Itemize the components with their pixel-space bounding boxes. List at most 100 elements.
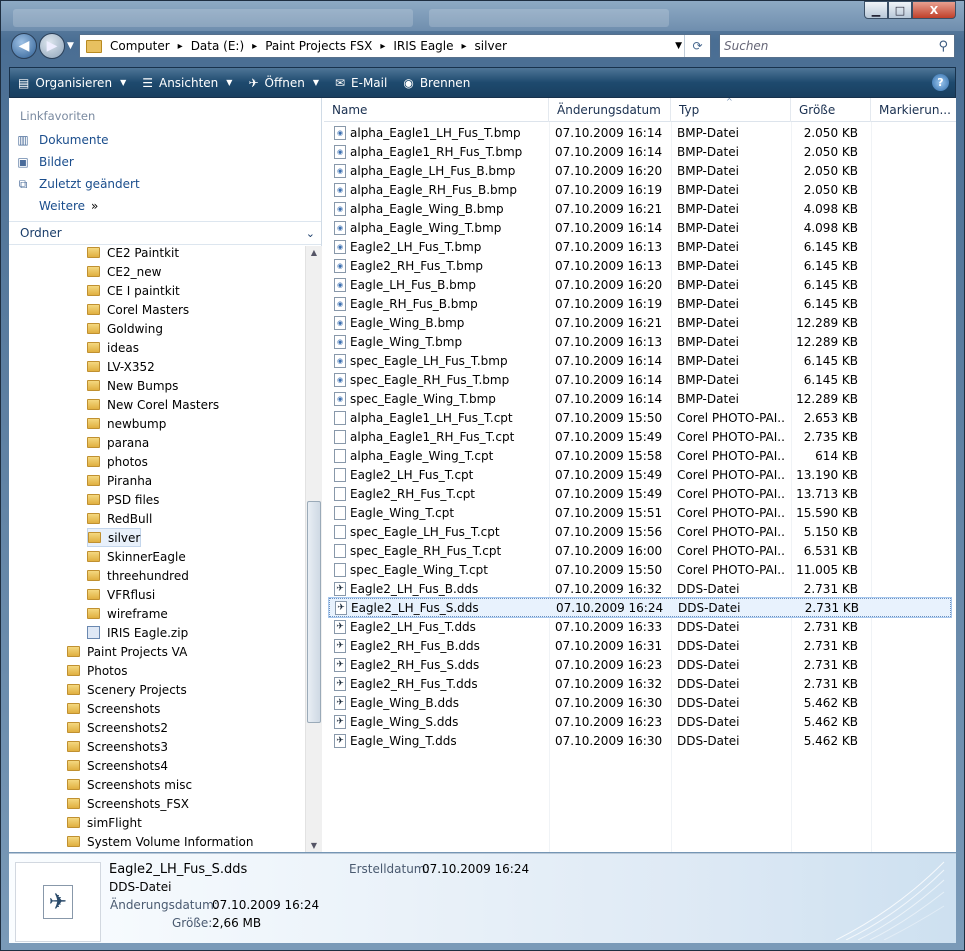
file-row[interactable]: Eagle2_LH_Fus_T.cpt 07.10.2009 15:49 Corel… — [329, 465, 951, 484]
tree-item[interactable]: ideas — [87, 338, 139, 357]
tree-item[interactable]: System Volume Information — [67, 832, 253, 851]
file-row[interactable]: alpha_Eagle_Wing_T.cpt 07.10.2009 15:58 Co… — [329, 446, 951, 465]
link-more[interactable]: Weitere » — [15, 196, 98, 216]
tree-item[interactable]: Corel Masters — [87, 300, 189, 319]
breadcrumb-separator-icon[interactable]: ▸ — [252, 41, 257, 52]
tree-item[interactable]: newbump — [87, 414, 166, 433]
file-row[interactable]: ✈ Eagle2_RH_Fus_B.dds 07.10.2009 16:31 DDS-… — [329, 636, 951, 655]
search-input[interactable]: Suchen ⚲ — [719, 34, 955, 58]
tree-item[interactable]: SkinnerEagle — [87, 547, 186, 566]
tree-item[interactable]: VFRflusi — [87, 585, 155, 604]
close-button[interactable]: X — [912, 1, 956, 19]
search-icon[interactable]: ⚲ — [938, 39, 948, 54]
breadcrumb-separator-icon[interactable]: ▸ — [380, 41, 385, 52]
file-row[interactable]: ◉ spec_Eagle_LH_Fus_T.bmp 07.10.2009 16:14… — [329, 351, 951, 370]
breadcrumb-item[interactable]: Computer — [110, 39, 170, 53]
column-size[interactable]: Größe — [791, 98, 871, 122]
tree-scrollbar[interactable]: ▲ ▼ — [305, 246, 322, 852]
tree-item[interactable]: threehundred — [87, 566, 189, 585]
organize-button[interactable]: ▤ Organisieren ▼ — [10, 68, 134, 97]
tree-item[interactable]: CE I paintkit — [87, 281, 180, 300]
tree-item[interactable]: Screenshots_FSX — [67, 794, 189, 813]
tree-item[interactable]: parana — [87, 433, 149, 452]
tree-item[interactable]: New Corel Masters — [87, 395, 219, 414]
file-row[interactable]: ◉ spec_Eagle_Wing_T.bmp 07.10.2009 16:14 BM… — [329, 389, 951, 408]
file-row[interactable]: Eagle2_RH_Fus_T.cpt 07.10.2009 15:49 Corel… — [329, 484, 951, 503]
tree-item[interactable]: Screenshots4 — [67, 756, 168, 775]
recent-pages-dropdown[interactable]: ▼ — [67, 41, 74, 51]
tree-item[interactable]: Paint Projects VA — [67, 642, 187, 661]
file-row[interactable]: ✈ Eagle_Wing_S.dds 07.10.2009 16:23 DDS-Dat… — [329, 712, 951, 731]
file-row[interactable]: ◉ Eagle2_RH_Fus_T.bmp 07.10.2009 16:13 BMP-… — [329, 256, 951, 275]
breadcrumb-item[interactable]: Data (E:) — [191, 39, 244, 53]
address-bar[interactable]: Computer ▸ Data (E:) ▸ Paint Projects FSX ▸ IR… — [79, 34, 711, 58]
column-name[interactable]: Name — [324, 98, 549, 122]
tree-item[interactable]: Screenshots2 — [67, 718, 168, 737]
folders-header[interactable]: Ordner ⌄ — [9, 221, 321, 245]
file-row[interactable]: Eagle_Wing_T.cpt 07.10.2009 15:51 Corel PH… — [329, 503, 951, 522]
file-row[interactable]: ◉ alpha_Eagle_LH_Fus_B.bmp 07.10.2009 16:2… — [329, 161, 951, 180]
file-row[interactable]: ◉ Eagle_RH_Fus_B.bmp 07.10.2009 16:19 BMP-D… — [329, 294, 951, 313]
tree-item[interactable]: Screenshots — [67, 699, 160, 718]
tree-item[interactable]: Scenery Projects — [67, 680, 187, 699]
file-row[interactable]: ◉ alpha_Eagle1_RH_Fus_T.bmp 07.10.2009 16:… — [329, 142, 951, 161]
tree-item[interactable]: Screenshots3 — [67, 737, 168, 756]
breadcrumb-item[interactable]: Paint Projects FSX — [265, 39, 372, 53]
maximize-button[interactable]: □ — [888, 1, 912, 19]
file-row[interactable]: ◉ alpha_Eagle_Wing_T.bmp 07.10.2009 16:14 B… — [329, 218, 951, 237]
tree-item[interactable]: silver — [87, 528, 142, 547]
file-row[interactable]: ✈ Eagle_Wing_B.dds 07.10.2009 16:30 DDS-Dat… — [329, 693, 951, 712]
scroll-down-icon[interactable]: ▼ — [306, 841, 322, 850]
file-row[interactable]: ◉ Eagle_Wing_B.bmp 07.10.2009 16:21 BMP-Dat… — [329, 313, 951, 332]
tree-item[interactable]: Piranha — [87, 471, 152, 490]
minimize-button[interactable]: ▁ — [864, 1, 888, 19]
scroll-up-icon[interactable]: ▲ — [306, 248, 322, 257]
tree-item[interactable]: CE2 Paintkit — [87, 246, 179, 262]
views-button[interactable]: ☰ Ansichten ▼ — [134, 68, 240, 97]
file-row[interactable]: spec_Eagle_LH_Fus_T.cpt 07.10.2009 15:56 C… — [329, 522, 951, 541]
breadcrumb-separator-icon[interactable]: ▸ — [462, 41, 467, 52]
tree-item[interactable]: CE2_new — [87, 262, 161, 281]
tree-item[interactable]: RedBull — [87, 509, 152, 528]
tree-item[interactable]: Screenshots misc — [67, 775, 192, 794]
back-button[interactable]: ◀ — [11, 33, 37, 59]
tree-item[interactable]: Goldwing — [87, 319, 163, 338]
file-row[interactable]: spec_Eagle_RH_Fus_T.cpt 07.10.2009 16:00 C… — [329, 541, 951, 560]
file-row[interactable]: ◉ alpha_Eagle_RH_Fus_B.bmp 07.10.2009 16:1… — [329, 180, 951, 199]
link-documents[interactable]: ▥ Dokumente — [15, 130, 108, 150]
file-row[interactable]: ✈ Eagle2_LH_Fus_T.dds 07.10.2009 16:33 DDS-… — [329, 617, 951, 636]
file-row[interactable]: ◉ Eagle_LH_Fus_B.bmp 07.10.2009 16:20 BMP-D… — [329, 275, 951, 294]
link-recent[interactable]: ⧉ Zuletzt geändert — [15, 174, 140, 194]
breadcrumb-item[interactable]: silver — [475, 39, 507, 53]
column-date[interactable]: Änderungsdatum — [549, 98, 671, 122]
file-row[interactable]: ✈ Eagle2_RH_Fus_S.dds 07.10.2009 16:23 DDS-… — [329, 655, 951, 674]
refresh-button[interactable]: ⟳ — [684, 35, 710, 57]
tree-item[interactable]: simFlight — [67, 813, 142, 832]
help-icon[interactable]: ? — [932, 74, 949, 91]
file-row[interactable]: alpha_Eagle1_RH_Fus_T.cpt 07.10.2009 15:4… — [329, 427, 951, 446]
breadcrumb-item[interactable]: IRIS Eagle — [393, 39, 453, 53]
file-row[interactable]: spec_Eagle_Wing_T.cpt 07.10.2009 15:50 Cor… — [329, 560, 951, 579]
scroll-thumb[interactable] — [307, 501, 321, 723]
tree-item[interactable]: wireframe — [87, 604, 168, 623]
column-type[interactable]: ^ Typ — [671, 97, 791, 122]
file-row[interactable]: ✈ Eagle2_RH_Fus_T.dds 07.10.2009 16:32 DDS-… — [329, 674, 951, 693]
tree-item[interactable]: IRIS Eagle.zip — [87, 623, 188, 642]
burn-button[interactable]: ◉ Brennen — [395, 68, 478, 97]
email-button[interactable]: ✉ E-Mail — [327, 68, 395, 97]
file-row[interactable]: ◉ alpha_Eagle_Wing_B.bmp 07.10.2009 16:21 B… — [329, 199, 951, 218]
file-row[interactable]: ◉ Eagle2_LH_Fus_T.bmp 07.10.2009 16:13 BMP-… — [329, 237, 951, 256]
open-button[interactable]: ✈ Öffnen ▼ — [240, 68, 327, 97]
breadcrumb-separator-icon[interactable]: ▸ — [178, 41, 183, 52]
file-row[interactable]: ◉ spec_Eagle_RH_Fus_T.bmp 07.10.2009 16:14… — [329, 370, 951, 389]
file-row[interactable]: ◉ alpha_Eagle1_LH_Fus_T.bmp 07.10.2009 16:… — [329, 123, 951, 142]
tree-item[interactable]: PSD files — [87, 490, 159, 509]
link-pictures[interactable]: ▣ Bilder — [15, 152, 74, 172]
file-row[interactable]: alpha_Eagle1_LH_Fus_T.cpt 07.10.2009 15:5… — [329, 408, 951, 427]
column-tags[interactable]: Markierun... — [871, 98, 956, 122]
tree-item[interactable]: photos — [87, 452, 148, 471]
file-row[interactable]: ✈ Eagle2_LH_Fus_B.dds 07.10.2009 16:32 DDS-… — [329, 579, 951, 598]
address-dropdown-icon[interactable]: ▼ — [675, 41, 682, 51]
tree-item[interactable]: Photos — [67, 661, 127, 680]
tree-item[interactable]: LV-X352 — [87, 357, 155, 376]
